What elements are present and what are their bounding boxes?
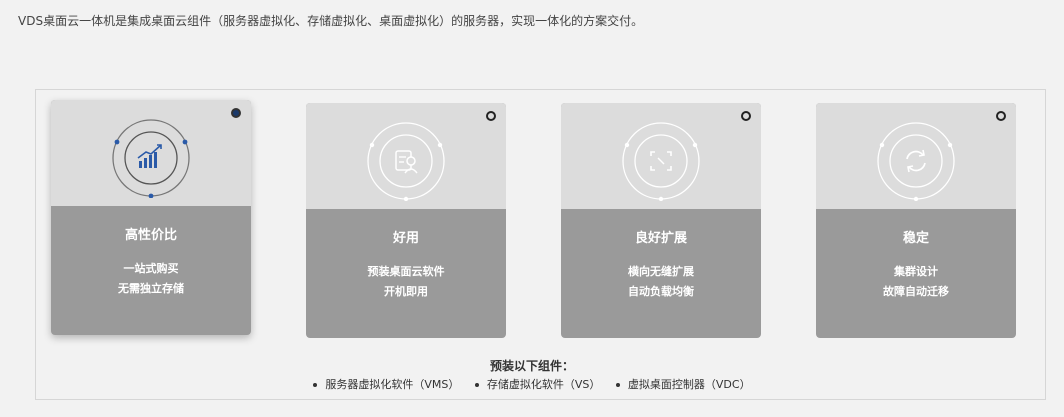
feature-card-usable[interactable]: 好用 预装桌面云软件 开机即用 bbox=[306, 103, 506, 338]
card-line: 集群设计 bbox=[894, 265, 938, 278]
card-title: 良好扩展 bbox=[634, 231, 687, 246]
feature-card-cost[interactable]: 高性价比 一站式购买 无需独立存储 bbox=[51, 100, 251, 335]
feature-panel: 高性价比 一站式购买 无需独立存储 好用 预装桌面云软件 开机即用 良好扩展 横… bbox=[35, 89, 1046, 400]
card-line: 开机即用 bbox=[384, 285, 428, 298]
chart-up-icon bbox=[112, 119, 190, 198]
refresh-cycle-icon bbox=[877, 122, 955, 201]
card-radio[interactable] bbox=[996, 111, 1006, 121]
feature-card-stable[interactable]: 稳定 集群设计 故障自动迁移 bbox=[816, 103, 1016, 338]
card-icon-area bbox=[306, 103, 506, 209]
card-icon-area bbox=[51, 100, 251, 206]
bullet-icon bbox=[474, 383, 479, 387]
expand-frame-icon bbox=[622, 122, 700, 201]
card-line: 横向无缝扩展 bbox=[628, 265, 694, 278]
components-title: 预装以下组件： bbox=[489, 359, 574, 373]
component-item: 虚拟桌面控制器（VDC） bbox=[615, 378, 751, 391]
card-line: 一站式购买 bbox=[123, 262, 179, 275]
intro-text: VDS桌面云一体机是集成桌面云组件（服务器虚拟化、存储虚拟化、桌面虚拟化）的服务… bbox=[18, 14, 644, 28]
card-line: 自动负载均衡 bbox=[628, 285, 694, 298]
bullet-icon bbox=[313, 383, 318, 387]
card-line: 故障自动迁移 bbox=[883, 285, 949, 298]
document-user-icon bbox=[367, 122, 445, 201]
component-item: 存储虚拟化软件（VS） bbox=[474, 378, 600, 391]
card-icon-area bbox=[816, 103, 1016, 209]
card-title: 稳定 bbox=[902, 231, 929, 246]
card-line: 预装桌面云软件 bbox=[367, 265, 445, 278]
components-list: 服务器虚拟化软件（VMS） 存储虚拟化软件（VS） 虚拟桌面控制器（VDC） bbox=[0, 376, 1064, 392]
card-radio[interactable] bbox=[741, 111, 751, 121]
card-line: 无需独立存储 bbox=[118, 282, 184, 295]
card-icon-area bbox=[561, 103, 761, 209]
component-item: 服务器虚拟化软件（VMS） bbox=[313, 378, 459, 391]
card-radio[interactable] bbox=[486, 111, 496, 121]
feature-card-expand[interactable]: 良好扩展 横向无缝扩展 自动负载均衡 bbox=[561, 103, 761, 338]
card-title: 高性价比 bbox=[124, 228, 177, 243]
card-radio[interactable] bbox=[231, 108, 241, 118]
card-title: 好用 bbox=[392, 231, 419, 246]
bullet-icon bbox=[615, 383, 620, 387]
